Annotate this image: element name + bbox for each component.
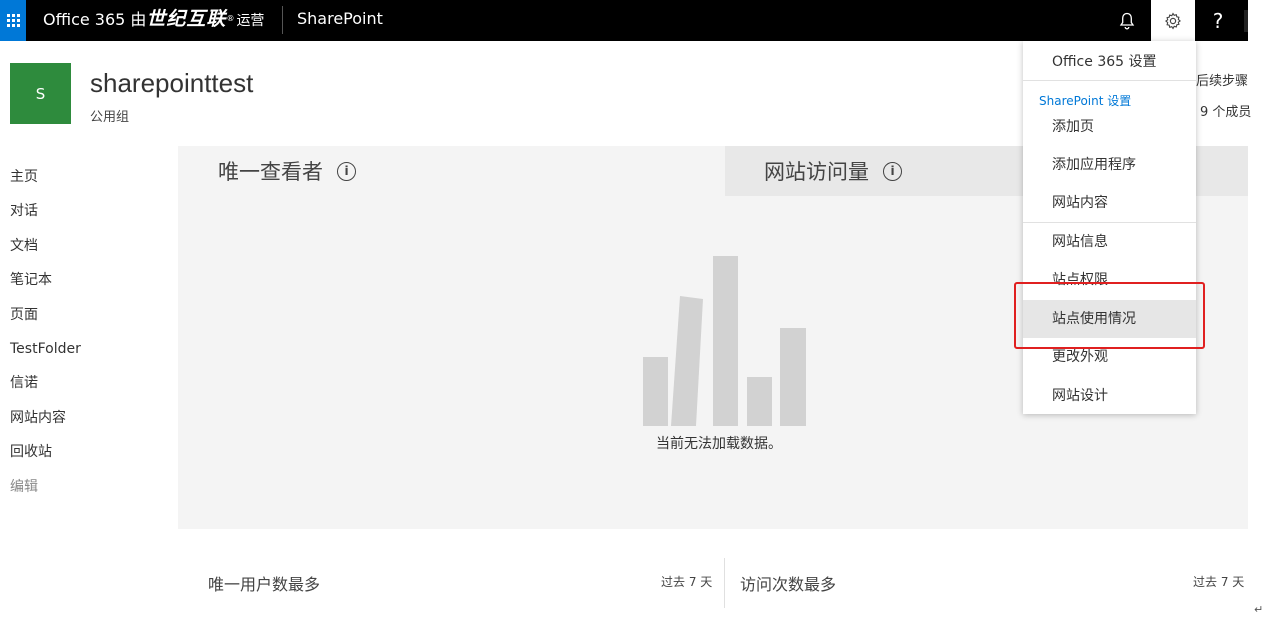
tab-unique-viewers[interactable]: 唯一查看者 i [178, 146, 725, 196]
most-unique-users-range[interactable]: 过去 7 天 [661, 573, 712, 590]
info-icon[interactable]: i [883, 162, 902, 181]
menu-item-add-app[interactable]: 添加应用程序 [1023, 146, 1196, 184]
highlight-annotation-box [1014, 282, 1205, 349]
info-icon[interactable]: i [337, 162, 356, 181]
placeholder-bar-3 [713, 256, 738, 426]
nav-item-testfolder[interactable]: TestFolder [10, 338, 81, 372]
help-icon[interactable]: ? [1196, 0, 1240, 41]
nav-item-documents[interactable]: 文档 [10, 235, 81, 269]
nav-item-home[interactable]: 主页 [10, 166, 81, 200]
menu-item-site-contents[interactable]: 网站内容 [1023, 184, 1196, 222]
bottom-divider [724, 558, 725, 608]
placeholder-bar-5 [780, 328, 806, 426]
menu-item-office-settings[interactable]: Office 365 设置 [1023, 43, 1196, 81]
nav-item-recycle-bin[interactable]: 回收站 [10, 441, 81, 475]
nav-item-conversations[interactable]: 对话 [10, 200, 81, 234]
placeholder-bar-4 [747, 377, 772, 426]
most-visits-title: 访问次数最多 [740, 575, 837, 594]
avatar[interactable] [1244, 10, 1248, 32]
notification-bell-icon[interactable] [1105, 0, 1149, 41]
menu-divider [1023, 80, 1196, 81]
most-unique-users-title: 唯一用户数最多 [208, 575, 321, 594]
left-navigation: 主页 对话 文档 笔记本 页面 TestFolder 信诺 网站内容 回收站 编… [10, 166, 81, 510]
menu-item-site-information[interactable]: 网站信息 [1023, 223, 1196, 261]
paragraph-mark: ↵ [1254, 603, 1264, 616]
menu-item-site-designs[interactable]: 网站设计 [1023, 377, 1196, 415]
suite-bar: Office 365 由世纪互联® 运营 SharePoint ? [0, 0, 1248, 41]
settings-gear-icon[interactable] [1151, 0, 1195, 41]
brand-logo[interactable]: Office 365 由世纪互联® 运营 [43, 0, 264, 41]
tab-site-visits-label: 网站访问量 [764, 160, 869, 184]
site-logo[interactable]: S [10, 63, 71, 124]
menu-group-sharepoint-settings: SharePoint 设置 [1039, 94, 1132, 108]
placeholder-bar-1 [643, 357, 668, 426]
site-subtitle: 公用组 [90, 110, 130, 125]
most-visits-range[interactable]: 过去 7 天 [1193, 573, 1244, 590]
app-name-link[interactable]: SharePoint [297, 0, 383, 41]
members-count-link[interactable]: 9 个成员 [1200, 101, 1251, 120]
nav-item-notebook[interactable]: 笔记本 [10, 269, 81, 303]
nav-item-site-contents[interactable]: 网站内容 [10, 407, 81, 441]
no-data-message: 当前无法加载数据。 [656, 436, 782, 452]
nav-item-xinnuo[interactable]: 信诺 [10, 372, 81, 406]
placeholder-bar-2 [671, 296, 703, 426]
suite-bar-divider [282, 6, 283, 34]
next-steps-link[interactable]: 后续步骤 [1196, 70, 1248, 89]
nav-item-pages[interactable]: 页面 [10, 304, 81, 338]
app-launcher-icon[interactable] [0, 0, 26, 41]
nav-edit-link[interactable]: 编辑 [10, 476, 81, 510]
tab-unique-viewers-label: 唯一查看者 [218, 160, 323, 184]
menu-item-add-page[interactable]: 添加页 [1023, 108, 1196, 146]
bar-chart-placeholder-icon [643, 256, 806, 426]
settings-menu: Office 365 设置 SharePoint 设置 添加页 添加应用程序 网… [1023, 41, 1196, 414]
site-title[interactable]: sharepointtest [90, 68, 253, 99]
